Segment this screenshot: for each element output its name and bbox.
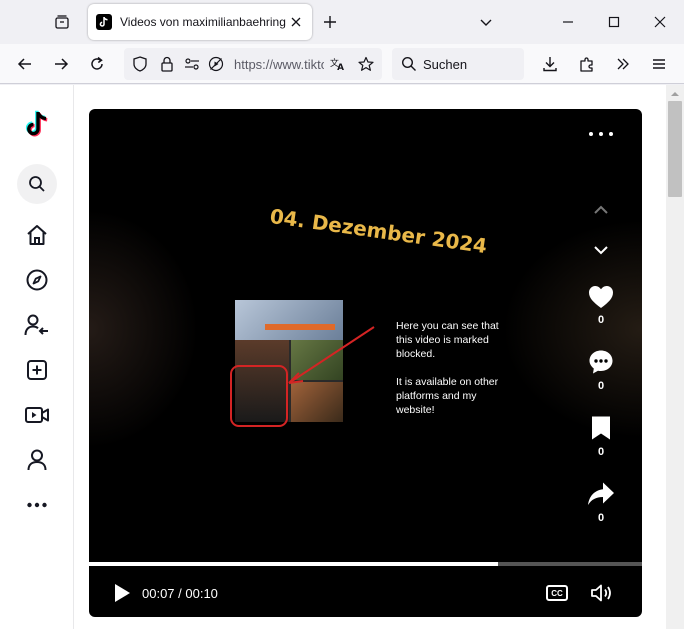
search-icon — [401, 56, 416, 71]
new-tab-icon[interactable] — [318, 10, 342, 34]
share-arrow-icon — [588, 482, 614, 505]
svg-text:A: A — [337, 63, 344, 72]
next-video-chevron-icon[interactable] — [591, 240, 611, 260]
video-background-glow-right — [502, 219, 642, 439]
captions-button[interactable]: CC — [546, 585, 568, 601]
permissions-icon[interactable] — [184, 56, 200, 72]
video-note-text: Here you can see that this video is mark… — [396, 319, 516, 431]
search-input[interactable]: Suchen — [392, 48, 524, 80]
playback-time: 00:07 / 00:10 — [142, 586, 218, 601]
following-icon[interactable] — [20, 308, 54, 342]
minimize-icon[interactable] — [554, 8, 582, 36]
red-arrow-icon — [288, 326, 375, 384]
comment-button[interactable]: 0 — [586, 349, 616, 392]
list-all-tabs-icon[interactable] — [474, 10, 498, 34]
video-controls: 00:07 / 00:10 CC — [89, 566, 642, 617]
more-options-icon[interactable] — [20, 488, 54, 522]
extensions-icon[interactable] — [573, 50, 601, 78]
overflow-chevron-icon[interactable] — [609, 50, 637, 78]
active-tab[interactable]: Videos von maximilianbaehring — [88, 4, 312, 40]
close-tab-icon[interactable] — [288, 14, 304, 30]
browser-window: Videos von maximilianbaehring https://ww… — [0, 0, 684, 629]
tab-strip: Videos von maximilianbaehring — [0, 0, 684, 44]
tracking-shield-icon[interactable] — [132, 56, 148, 72]
save-count: 0 — [597, 446, 605, 458]
url-bar[interactable]: https://www.tiktok.com 文A — [124, 48, 382, 80]
video-note-line-1: Here you can see that this video is mark… — [396, 320, 499, 360]
bookmark-star-icon[interactable] — [358, 56, 374, 72]
volume-icon[interactable] — [590, 583, 614, 603]
video-player[interactable]: 04. Dezember 2024 Here you can see that … — [89, 109, 642, 617]
tab-title: Videos von maximilianbaehring — [120, 15, 286, 29]
lock-icon[interactable] — [159, 56, 175, 72]
tab-list-icon[interactable] — [48, 8, 76, 36]
forward-icon[interactable] — [47, 50, 75, 78]
profile-icon[interactable] — [20, 443, 54, 477]
play-icon[interactable] — [112, 583, 132, 603]
like-count: 0 — [597, 314, 605, 326]
tiktok-favicon-icon — [96, 14, 112, 30]
like-button[interactable]: 0 — [586, 285, 616, 326]
video-overlay-date: 04. Dezember 2024 — [268, 203, 489, 259]
video-note-line-2: It is available on other platforms and m… — [396, 376, 499, 416]
maximize-icon[interactable] — [600, 8, 628, 36]
explore-compass-icon[interactable] — [20, 263, 54, 297]
bookmark-icon — [592, 416, 610, 440]
page-content: 04. Dezember 2024 Here you can see that … — [0, 85, 666, 629]
back-icon[interactable] — [11, 50, 39, 78]
menu-hamburger-icon[interactable] — [645, 50, 673, 78]
page-scrollbar[interactable] — [666, 85, 684, 629]
comment-count: 0 — [597, 380, 605, 392]
video-background-glow-left — [89, 209, 199, 449]
reload-icon[interactable] — [83, 50, 111, 78]
comment-icon — [589, 350, 613, 374]
search-placeholder: Suchen — [423, 57, 468, 72]
sidebar — [0, 85, 74, 629]
search-icon — [29, 176, 45, 192]
downloads-icon[interactable] — [536, 50, 564, 78]
scroll-thumb[interactable] — [668, 101, 682, 197]
sidebar-search-button[interactable] — [17, 164, 57, 204]
upload-plus-icon[interactable] — [20, 353, 54, 387]
live-video-icon[interactable] — [20, 398, 54, 432]
tiktok-logo-icon[interactable] — [20, 107, 54, 141]
previous-video-chevron-icon[interactable] — [591, 200, 611, 220]
share-count: 0 — [597, 512, 605, 524]
close-window-icon[interactable] — [646, 8, 674, 36]
navigation-toolbar: https://www.tiktok.com 文A Suchen — [0, 44, 684, 84]
translate-icon[interactable]: 文A — [330, 56, 346, 72]
heart-icon — [589, 286, 613, 308]
scroll-up-arrow-icon[interactable] — [670, 89, 680, 99]
url-text: https://www.tiktok.com — [234, 57, 324, 72]
home-icon[interactable] — [20, 218, 54, 252]
save-button[interactable]: 0 — [586, 415, 616, 458]
video-more-options-icon[interactable] — [589, 127, 613, 141]
share-button[interactable]: 0 — [586, 481, 616, 524]
autoplay-blocked-icon[interactable] — [208, 56, 224, 72]
